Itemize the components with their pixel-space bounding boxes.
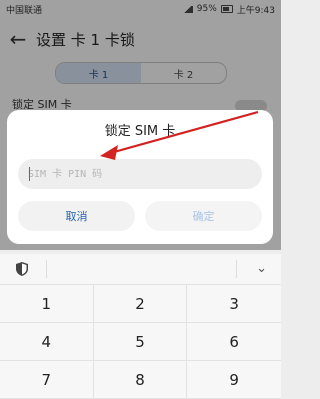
- sim-pin-input[interactable]: [18, 159, 262, 189]
- key-3[interactable]: 3: [187, 285, 281, 323]
- toolbar-divider: [236, 260, 237, 278]
- key-2[interactable]: 2: [93, 285, 188, 323]
- key-8[interactable]: 8: [93, 361, 188, 399]
- numeric-keypad: 1 2 3 4 5 6 7 8 9: [0, 285, 281, 399]
- key-9[interactable]: 9: [187, 361, 281, 399]
- toolbar-divider: [46, 260, 47, 278]
- key-5[interactable]: 5: [93, 323, 188, 361]
- confirm-button[interactable]: 确定: [145, 201, 262, 231]
- key-6[interactable]: 6: [187, 323, 281, 361]
- shield-icon[interactable]: [16, 262, 28, 276]
- key-7[interactable]: 7: [0, 361, 94, 399]
- dialog-title: 锁定 SIM 卡: [104, 124, 176, 139]
- text-cursor: [29, 167, 30, 181]
- lock-sim-dialog: 锁定 SIM 卡 取消 确定: [7, 110, 273, 244]
- key-4[interactable]: 4: [0, 323, 94, 361]
- cancel-button[interactable]: 取消: [18, 201, 135, 231]
- key-1[interactable]: 1: [0, 285, 94, 323]
- keyboard-toolbar: ⌄: [0, 254, 281, 285]
- chevron-down-icon[interactable]: ⌄: [256, 261, 267, 276]
